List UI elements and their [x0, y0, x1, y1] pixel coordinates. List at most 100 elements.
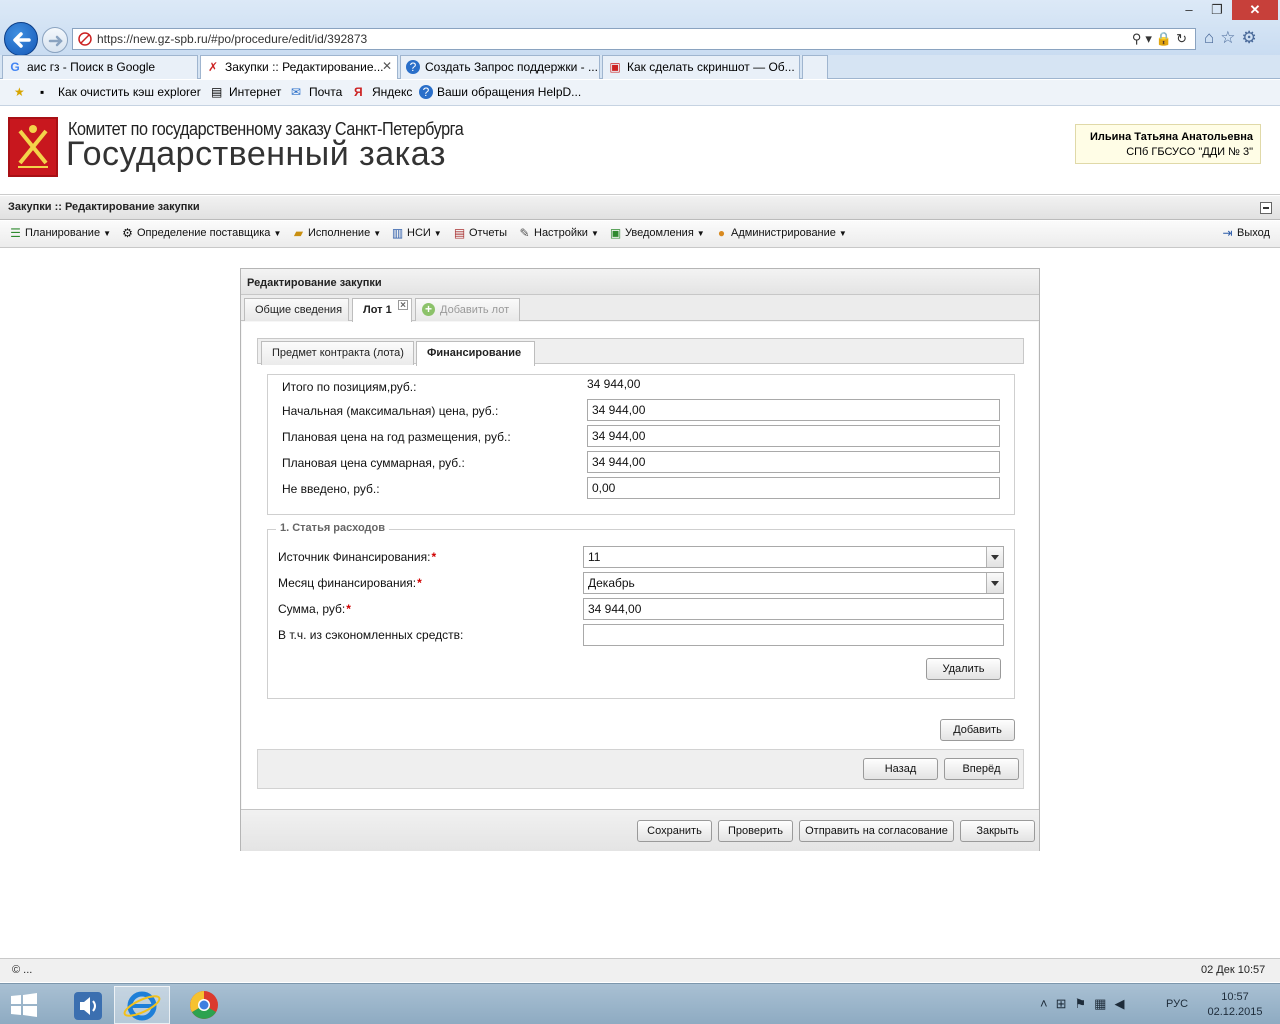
- address-bar[interactable]: https://new.gz-spb.ru/#po/procedure/edit…: [72, 28, 1196, 50]
- chevron-down-icon[interactable]: [986, 573, 1003, 593]
- financing-month-select[interactable]: Декабрь: [583, 572, 1004, 594]
- chevron-down-icon[interactable]: ▾: [1145, 31, 1156, 46]
- taskbar-ie-icon[interactable]: [114, 986, 170, 1024]
- favorite-internet[interactable]: ▤ Интернет: [211, 85, 281, 99]
- app-icon: ✗: [207, 60, 219, 74]
- report-icon: ▤: [453, 226, 466, 240]
- procurement-edit-panel: Редактирование закупки Общие сведения Ло…: [240, 268, 1040, 851]
- check-button[interactable]: Проверить: [718, 820, 793, 842]
- plus-icon: +: [422, 303, 435, 316]
- menu-nsi[interactable]: ▥ НСИ ▼: [390, 226, 442, 240]
- new-tab-button[interactable]: [802, 55, 828, 79]
- tab-financing[interactable]: Финансирование: [416, 341, 535, 366]
- keyboard-language[interactable]: РУС: [1166, 998, 1188, 1010]
- notification-icon: ▣: [609, 226, 622, 240]
- windows-taskbar: ˄⊞⚑▦◀ РУС 10:57 02.12.2015: [0, 983, 1280, 1024]
- menu-execution[interactable]: ▰ Исполнение ▼: [291, 226, 381, 240]
- favorite-mail[interactable]: ✉ Почта: [291, 85, 342, 99]
- star-icon[interactable]: ☆: [1220, 28, 1241, 47]
- window-close-button[interactable]: ✕: [1232, 0, 1278, 20]
- save-button[interactable]: Сохранить: [637, 820, 712, 842]
- source-label: Источник Финансирования:*: [278, 550, 437, 564]
- forward-step-button[interactable]: Вперёд: [944, 758, 1019, 780]
- menu-reports[interactable]: ▤ Отчеты: [452, 226, 507, 240]
- system-clock[interactable]: 10:57 02.12.2015: [1207, 990, 1263, 1020]
- close-button[interactable]: Закрыть: [960, 820, 1035, 842]
- close-icon[interactable]: ×: [398, 300, 408, 311]
- saved-funds-input[interactable]: [583, 624, 1004, 646]
- window-minimize-button[interactable]: –: [1176, 0, 1202, 20]
- document-icon: ▤: [211, 85, 223, 99]
- main-menu: ☰ Планирование ▼ ⚙ Определение поставщика ▼ …: [0, 221, 1280, 248]
- user-name: Ильина Татьяна Анатольевна: [1090, 131, 1253, 143]
- taskbar-chrome-icon[interactable]: [176, 986, 232, 1024]
- max-price-input[interactable]: 34 944,00: [587, 399, 1000, 421]
- page-icon: ▣: [609, 60, 621, 74]
- menu-settings[interactable]: ✎ Настройки ▼: [517, 226, 598, 240]
- browser-tab-support[interactable]: ? Создать Запрос поддержки - ...: [400, 55, 600, 79]
- address-tools[interactable]: ⚲▾🔒↻: [1132, 31, 1191, 47]
- gear-icon[interactable]: ⚙: [1242, 28, 1263, 47]
- favorite-clear-cache[interactable]: ▪ Как очистить кэш explorer: [40, 85, 201, 99]
- browser-tab-google[interactable]: G аис гз - Поиск в Google: [2, 55, 198, 79]
- menu-supplier[interactable]: ⚙ Определение поставщика ▼: [120, 226, 281, 240]
- back-step-button[interactable]: Назад: [863, 758, 938, 780]
- windows-start-icon[interactable]: [10, 993, 38, 1017]
- search-icon[interactable]: ⚲: [1132, 31, 1146, 46]
- lock-icon[interactable]: 🔒: [1156, 31, 1176, 46]
- browser-toolbar: https://new.gz-spb.ru/#po/procedure/edit…: [0, 0, 1280, 56]
- page-icon: ▪: [40, 85, 45, 99]
- browser-tabs: G аис гз - Поиск в Google ✗ Закупки :: Р…: [0, 55, 1280, 79]
- window-maximize-button[interactable]: ❐: [1204, 0, 1230, 20]
- panel-title: Редактирование закупки: [247, 277, 382, 289]
- delete-button[interactable]: Удалить: [926, 658, 1001, 680]
- tab-add-lot[interactable]: + Добавить лот: [415, 298, 520, 321]
- expense-legend: 1. Статья расходов: [276, 522, 389, 534]
- status-bar: © ... 02 Дек 10:57: [0, 958, 1280, 982]
- send-for-approval-button[interactable]: Отправить на согласование: [799, 820, 954, 842]
- lot-subtabs: Предмет контракта (лота) Финансирование: [257, 338, 1024, 366]
- expense-section: 1. Статья расходов Источник Финансирован…: [267, 522, 1015, 699]
- favorite-yandex[interactable]: Я Яндекс: [354, 85, 412, 99]
- menu-notifications[interactable]: ▣ Уведомления ▼: [608, 226, 705, 240]
- windows-icon[interactable]: ⊞: [1056, 996, 1075, 1011]
- max-price-label: Начальная (максимальная) цена, руб.:: [282, 404, 499, 418]
- list-icon: ☰: [10, 226, 21, 240]
- financing-source-select[interactable]: 11: [583, 546, 1004, 568]
- panel-header: Редактирование закупки: [241, 269, 1039, 295]
- favorite-helpdesk[interactable]: ? Ваши обращения HelpD...: [419, 85, 581, 99]
- flag-icon[interactable]: ⚑: [1075, 996, 1095, 1011]
- procurement-tabs: Общие сведения Лот 1 × + Добавить лот: [241, 295, 1039, 322]
- menu-planning[interactable]: ☰ Планирование ▼: [8, 226, 111, 240]
- taskbar-sound-app-icon[interactable]: [60, 986, 116, 1024]
- help-icon: ?: [406, 60, 420, 74]
- close-icon[interactable]: ✕: [382, 59, 392, 73]
- browser-tab-screenshot[interactable]: ▣ Как сделать скриншот — Об...: [602, 55, 800, 79]
- exit-button[interactable]: ⇥ Выход: [1220, 226, 1269, 240]
- refresh-icon[interactable]: ↻: [1176, 31, 1191, 46]
- collapse-icon[interactable]: [1260, 202, 1272, 214]
- browser-tab-app[interactable]: ✗ Закупки :: Редактирование... ✕: [200, 55, 398, 79]
- clock-date: 02.12.2015: [1207, 1006, 1263, 1018]
- plan-sum-input[interactable]: 34 944,00: [587, 451, 1000, 473]
- tab-lot-1[interactable]: Лот 1 ×: [352, 298, 412, 322]
- back-button[interactable]: [4, 22, 38, 56]
- network-icon[interactable]: ▦: [1094, 996, 1114, 1011]
- add-button[interactable]: Добавить: [940, 719, 1015, 741]
- book-icon: ▥: [391, 226, 404, 240]
- chevron-up-icon[interactable]: ˄: [1040, 996, 1056, 1011]
- total-value: 34 944,00: [587, 377, 641, 391]
- wrench-icon: ✎: [519, 226, 530, 240]
- not-entered-input[interactable]: 0,00: [587, 477, 1000, 499]
- sum-input[interactable]: 34 944,00: [583, 598, 1004, 620]
- speaker-icon[interactable]: ◀: [1114, 996, 1132, 1011]
- tab-contract-subject[interactable]: Предмет контракта (лота): [261, 341, 414, 365]
- coat-of-arms-icon: [18, 125, 48, 168]
- forward-button[interactable]: [42, 27, 68, 53]
- menu-administration[interactable]: ● Администрирование ▼: [714, 226, 847, 240]
- chevron-down-icon[interactable]: [986, 547, 1003, 567]
- home-icon[interactable]: ⌂: [1204, 28, 1220, 47]
- plan-year-input[interactable]: 34 944,00: [587, 425, 1000, 447]
- url-text[interactable]: https://new.gz-spb.ru/#po/procedure/edit…: [97, 32, 367, 46]
- tab-general-info[interactable]: Общие сведения: [244, 298, 349, 321]
